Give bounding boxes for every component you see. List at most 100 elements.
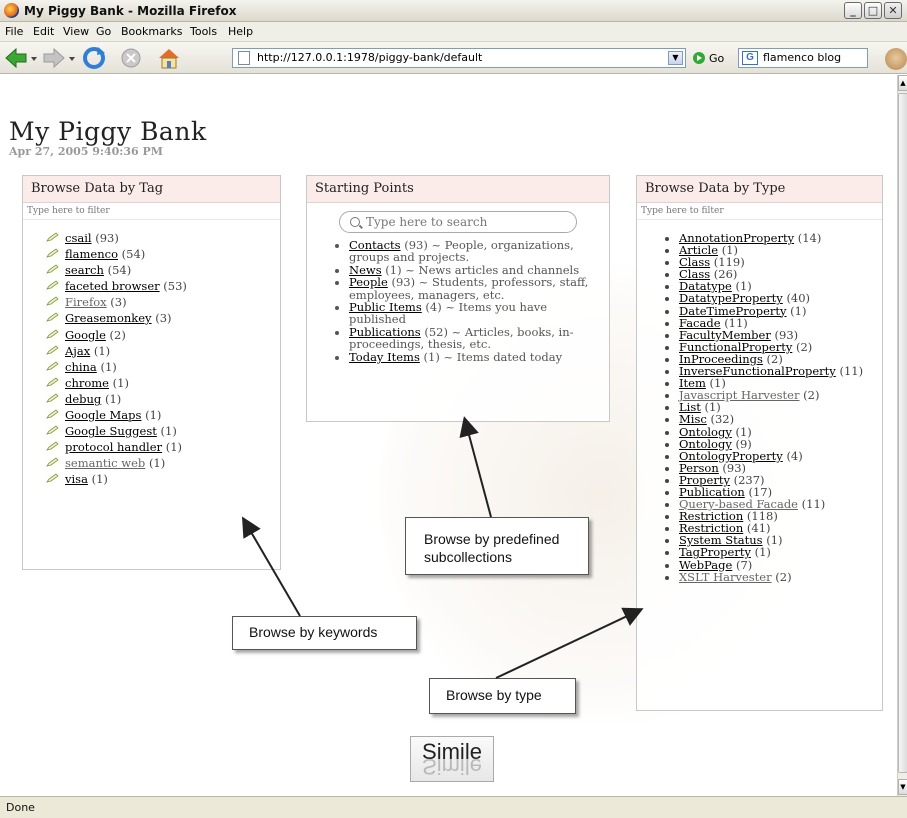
tag-link[interactable]: visa bbox=[65, 472, 88, 486]
tag-link[interactable]: search bbox=[65, 263, 104, 277]
tag-item: visa (1) bbox=[46, 471, 280, 487]
stop-icon[interactable] bbox=[121, 48, 141, 68]
pencil-icon[interactable] bbox=[46, 280, 59, 290]
type-filter-input[interactable]: Type here to filter bbox=[637, 203, 882, 220]
pencil-icon[interactable] bbox=[46, 441, 59, 451]
tag-count: (1) bbox=[145, 408, 162, 423]
pencil-icon[interactable] bbox=[46, 425, 59, 435]
pencil-icon[interactable] bbox=[46, 329, 59, 339]
tag-link[interactable]: Google bbox=[65, 328, 106, 342]
forward-dropdown-icon[interactable] bbox=[69, 57, 75, 61]
tag-count: (1) bbox=[93, 343, 111, 358]
pencil-icon[interactable] bbox=[46, 296, 59, 307]
pencil-icon[interactable] bbox=[46, 361, 59, 371]
url-field[interactable]: http://127.0.0.1:1978/piggy-bank/default… bbox=[232, 48, 686, 68]
starting-points-panel: Starting Points Type here to search Cont… bbox=[306, 175, 610, 422]
pencil-icon[interactable] bbox=[46, 457, 59, 467]
url-dropdown-icon[interactable]: ▼ bbox=[668, 51, 683, 65]
status-bar: Done bbox=[0, 796, 907, 818]
page-content: My Piggy Bank Apr 27, 2005 9:40:36 PM Br… bbox=[0, 75, 897, 796]
tag-item: Google Suggest (1) bbox=[46, 423, 280, 439]
starting-point-count: (4) bbox=[425, 300, 442, 315]
menu-bookmarks[interactable]: Bookmarks bbox=[121, 25, 182, 38]
menu-file[interactable]: File bbox=[5, 25, 23, 38]
menu-edit[interactable]: Edit bbox=[33, 25, 54, 38]
go-button[interactable]: Go bbox=[693, 52, 724, 65]
pencil-icon[interactable] bbox=[46, 312, 59, 323]
tag-count: (53) bbox=[163, 279, 187, 294]
vertical-scrollbar[interactable]: ▲ ▼ bbox=[897, 75, 907, 796]
tag-item: debug (1) bbox=[46, 391, 280, 407]
menu-go[interactable]: Go bbox=[96, 25, 111, 38]
pencil-icon[interactable] bbox=[46, 473, 59, 484]
tag-count: (54) bbox=[107, 263, 132, 278]
minimize-button[interactable]: _ bbox=[844, 2, 862, 19]
pencil-icon[interactable] bbox=[46, 232, 59, 242]
tag-panel: Browse Data by Tag Type here to filter c… bbox=[22, 175, 281, 570]
google-search-icon[interactable]: G bbox=[742, 51, 758, 65]
type-link[interactable]: XSLT Harvester bbox=[679, 570, 772, 584]
tag-link[interactable]: Google Maps bbox=[65, 408, 141, 422]
tag-link[interactable]: Greasemonkey bbox=[65, 311, 152, 325]
back-icon[interactable] bbox=[5, 47, 27, 69]
tag-link[interactable]: chrome bbox=[65, 376, 109, 390]
tag-link[interactable]: csail bbox=[65, 231, 92, 245]
firefox-icon bbox=[4, 3, 19, 18]
pencil-icon[interactable] bbox=[46, 409, 59, 419]
menu-tools[interactable]: Tools bbox=[190, 25, 217, 38]
throbber-icon bbox=[885, 48, 907, 70]
tag-link[interactable]: debug bbox=[65, 392, 101, 406]
page-date: Apr 27, 2005 9:40:36 PM bbox=[9, 145, 163, 158]
scroll-up-icon[interactable]: ▲ bbox=[898, 75, 907, 91]
starting-points-header: Starting Points bbox=[307, 176, 609, 203]
tag-link[interactable]: flamenco bbox=[65, 247, 118, 261]
pencil-icon[interactable] bbox=[46, 248, 59, 258]
tag-filter-input[interactable]: Type here to filter bbox=[23, 203, 280, 220]
starting-points-list: Contacts (93) ~ People, organizations, g… bbox=[307, 239, 601, 363]
scroll-down-icon[interactable]: ▼ bbox=[898, 779, 907, 795]
menu-help[interactable]: Help bbox=[228, 25, 253, 38]
nav-buttons bbox=[5, 47, 179, 69]
tag-item: flamenco (54) bbox=[46, 246, 280, 262]
back-dropdown-icon[interactable] bbox=[31, 57, 37, 61]
tag-link[interactable]: faceted browser bbox=[65, 279, 160, 293]
tag-link[interactable]: Google Suggest bbox=[65, 424, 157, 438]
tag-item: Ajax (1) bbox=[46, 343, 280, 359]
tag-count: (1) bbox=[91, 472, 108, 487]
type-item: XSLT Harvester (2) bbox=[679, 571, 882, 583]
starting-points-search[interactable]: Type here to search bbox=[339, 211, 577, 233]
starting-point-link[interactable]: Today Items bbox=[349, 350, 420, 364]
search-value: flamenco blog bbox=[763, 51, 842, 64]
tag-link[interactable]: protocol handler bbox=[65, 440, 162, 454]
starting-point-item: Public Items (4) ~ Items you have publis… bbox=[349, 301, 601, 326]
simile-logo-reflection: Simile bbox=[422, 754, 482, 779]
tag-link[interactable]: Ajax bbox=[65, 344, 90, 358]
starting-point-desc: ~ Items dated today bbox=[439, 349, 563, 364]
tag-item: semantic web (1) bbox=[46, 455, 280, 471]
reload-icon[interactable] bbox=[83, 47, 105, 69]
menu-view[interactable]: View bbox=[63, 25, 89, 38]
tag-item: Google (2) bbox=[46, 327, 280, 343]
home-icon[interactable] bbox=[159, 49, 179, 69]
tag-count: (1) bbox=[160, 424, 177, 439]
pencil-icon[interactable] bbox=[46, 377, 59, 387]
maximize-button[interactable]: □ bbox=[864, 2, 882, 19]
tag-link[interactable]: china bbox=[65, 360, 97, 374]
pencil-icon[interactable] bbox=[46, 264, 59, 274]
type-count: (2) bbox=[796, 339, 813, 354]
go-icon bbox=[693, 52, 705, 64]
tag-link[interactable]: Firefox bbox=[65, 295, 107, 309]
search-field[interactable]: G flamenco blog bbox=[738, 48, 868, 68]
starting-point-item: Today Items (1) ~ Items dated today bbox=[349, 349, 601, 364]
tag-item: chrome (1) bbox=[46, 375, 280, 391]
pencil-icon[interactable] bbox=[46, 393, 59, 403]
scroll-thumb[interactable] bbox=[898, 93, 907, 773]
tag-list: csail (93) flamenco (54) search (54) facete… bbox=[23, 230, 280, 488]
close-button[interactable]: ✕ bbox=[884, 2, 902, 19]
tag-link[interactable]: semantic web bbox=[65, 456, 145, 470]
page-title: My Piggy Bank bbox=[9, 117, 207, 146]
simile-logo[interactable]: Simile Simile bbox=[410, 736, 494, 782]
forward-icon[interactable] bbox=[43, 47, 65, 69]
tag-count: (1) bbox=[100, 359, 117, 374]
pencil-icon[interactable] bbox=[46, 345, 59, 355]
